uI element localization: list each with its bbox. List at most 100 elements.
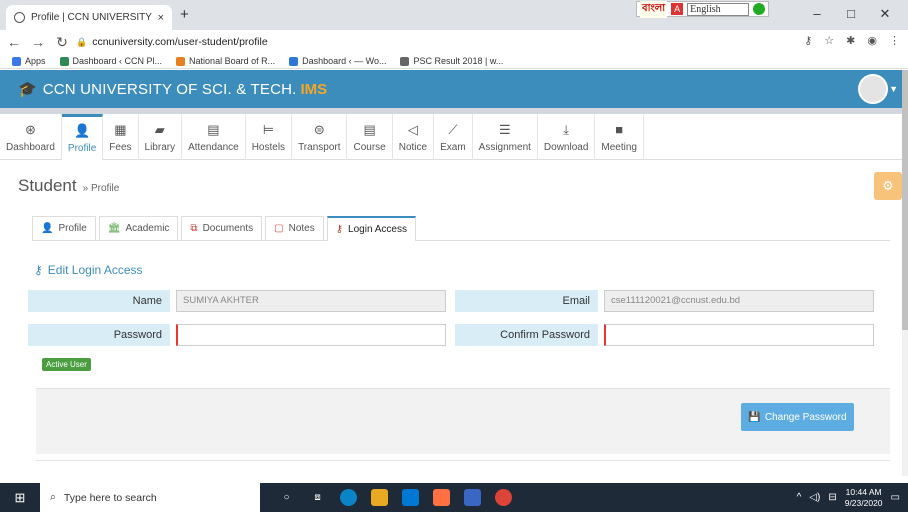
module-label: Library bbox=[144, 141, 176, 153]
app-icon[interactable] bbox=[433, 489, 450, 506]
maximize-button[interactable]: □ bbox=[834, 6, 868, 22]
bookmark-label: Dashboard ‹ CCN Pl... bbox=[72, 56, 163, 66]
module-fees[interactable]: ▦ Fees bbox=[103, 114, 139, 160]
clock-time: 10:44 AM bbox=[845, 486, 882, 497]
module-label: Transport bbox=[298, 141, 341, 153]
module-dashboard[interactable]: ⊛ Dashboard bbox=[0, 114, 62, 160]
module-transport[interactable]: ⊜ Transport bbox=[292, 114, 348, 160]
bookmark-label: Dashboard ‹ — Wo... bbox=[302, 56, 387, 66]
edge-icon[interactable] bbox=[340, 489, 357, 506]
minimize-button[interactable]: – bbox=[800, 6, 834, 22]
book-icon: ▰ bbox=[154, 121, 165, 137]
tab-login-access[interactable]: ⚷ Login Access bbox=[326, 216, 416, 241]
bookmark-item[interactable]: PSC Result 2018 | w... bbox=[400, 56, 503, 66]
browser-tab-strip: Profile | CCN UNIVERSITY OF SCI × + বাংল… bbox=[0, 0, 908, 30]
module-label: Download bbox=[543, 141, 589, 153]
bookmark-apps[interactable]: Apps bbox=[12, 56, 46, 66]
module-label: Hostels bbox=[251, 141, 286, 153]
apps-grid-icon bbox=[12, 56, 21, 66]
url-text: ccnuniversity.com/user-student/profile bbox=[92, 36, 268, 48]
brand-title[interactable]: CCN UNIVERSITY OF SCI. & TECH. bbox=[43, 81, 297, 98]
module-label: Dashboard bbox=[6, 141, 55, 153]
clock[interactable]: 10:44 AM 9/23/2020 bbox=[845, 487, 883, 509]
tab-label: Notes bbox=[288, 223, 315, 234]
module-label: Notice bbox=[398, 141, 428, 153]
notification-icon[interactable]: ▭ bbox=[891, 492, 900, 503]
tab-label: Academic bbox=[125, 223, 170, 234]
save-icon: 💾 bbox=[748, 411, 761, 423]
back-arrow-icon[interactable]: ← bbox=[4, 34, 24, 50]
browser-toolbar-icons: ⚷ ☆ ✱ ◉ ⋮ bbox=[804, 34, 900, 47]
bookmark-item[interactable]: National Board of R... bbox=[176, 56, 275, 66]
name-field[interactable]: SUMIYA AKHTER bbox=[176, 290, 446, 312]
cortana-icon[interactable]: ○ bbox=[278, 489, 295, 506]
browser-tab[interactable]: Profile | CCN UNIVERSITY OF SCI × bbox=[6, 5, 172, 30]
breadcrumb[interactable]: » Profile bbox=[83, 183, 120, 194]
taskbar-search[interactable]: ⌕ Type here to search bbox=[40, 483, 260, 512]
new-tab-button[interactable]: + bbox=[180, 6, 189, 23]
module-label: Exam bbox=[440, 141, 466, 153]
module-profile[interactable]: 👤 Profile bbox=[61, 114, 104, 160]
module-meeting[interactable]: ■ Meeting bbox=[595, 114, 644, 160]
module-course[interactable]: ▤ Course bbox=[347, 114, 393, 160]
star-icon[interactable]: ☆ bbox=[824, 34, 834, 47]
bookmark-item[interactable]: Dashboard ‹ — Wo... bbox=[289, 56, 386, 66]
key-icon[interactable]: ⚷ bbox=[804, 34, 812, 47]
volume-icon[interactable]: ◁) bbox=[809, 492, 820, 503]
module-label: Attendance bbox=[188, 141, 239, 153]
calculator-icon: ▦ bbox=[114, 121, 127, 137]
close-window-button[interactable]: ✕ bbox=[868, 6, 902, 22]
tasks-icon: ☰ bbox=[498, 121, 511, 137]
network-icon[interactable]: ⊟ bbox=[828, 492, 836, 503]
tab-profile[interactable]: 👤 Profile bbox=[32, 216, 96, 240]
task-view-icon[interactable]: ⧈ bbox=[309, 489, 326, 506]
change-password-button[interactable]: 💾 Change Password bbox=[741, 403, 854, 431]
tab-title: Profile | CCN UNIVERSITY OF SCI bbox=[31, 12, 154, 23]
page-scrollbar[interactable] bbox=[902, 70, 908, 476]
tab-close-button[interactable]: × bbox=[158, 12, 164, 24]
tab-notes[interactable]: ▢ Notes bbox=[265, 216, 324, 240]
confirm-password-field[interactable] bbox=[604, 324, 874, 346]
avatar[interactable] bbox=[858, 74, 888, 104]
taskbar-apps: ○ ⧈ bbox=[278, 489, 512, 506]
store-icon[interactable] bbox=[402, 489, 419, 506]
menu-kebab-icon[interactable]: ⋮ bbox=[889, 34, 900, 47]
file-explorer-icon[interactable] bbox=[371, 489, 388, 506]
search-icon: ⌕ bbox=[50, 491, 56, 503]
windows-start-icon[interactable]: ⊞ bbox=[0, 490, 40, 506]
forward-arrow-icon[interactable]: → bbox=[28, 34, 48, 50]
bus-icon: ⊜ bbox=[313, 121, 325, 137]
bangla-label[interactable]: বাংলা bbox=[640, 0, 668, 18]
module-library[interactable]: ▰ Library bbox=[139, 114, 183, 160]
language-select[interactable]: English bbox=[687, 2, 750, 16]
language-extension-bar: বাংলা A English bbox=[636, 0, 770, 18]
institution-icon: 🏛 bbox=[107, 223, 121, 234]
chevron-up-icon[interactable]: ^ bbox=[797, 492, 802, 503]
caret-down-icon[interactable]: ▼ bbox=[889, 84, 898, 94]
email-field[interactable]: cse111120021@ccnust.edu.bd bbox=[604, 290, 874, 312]
download-icon: ⤓ bbox=[563, 121, 570, 137]
graduation-cap-icon: 🎓 bbox=[18, 81, 37, 98]
module-notice[interactable]: ◁ Notice bbox=[393, 114, 435, 160]
chrome-icon[interactable] bbox=[495, 489, 512, 506]
module-attendance[interactable]: ▤ Attendance bbox=[182, 114, 246, 160]
profile-icon[interactable]: ◉ bbox=[867, 34, 877, 47]
module-hostels[interactable]: ⊨ Hostels bbox=[246, 114, 293, 160]
tab-documents[interactable]: ⧉ Documents bbox=[181, 216, 263, 240]
module-exam[interactable]: ⟋ Exam bbox=[434, 114, 473, 160]
address-bar[interactable]: 🔒 ccnuniversity.com/user-student/profile bbox=[76, 33, 766, 51]
password-field[interactable] bbox=[176, 324, 446, 346]
module-assignment[interactable]: ☰ Assignment bbox=[473, 114, 538, 160]
dashboard-icon: ⊛ bbox=[25, 121, 36, 137]
bookmark-item[interactable]: Dashboard ‹ CCN Pl... bbox=[59, 56, 163, 66]
settings-gear-button[interactable]: ⚙ bbox=[874, 172, 902, 200]
module-download[interactable]: ⤓ Download bbox=[538, 114, 596, 160]
reload-icon[interactable]: ↻ bbox=[52, 34, 72, 51]
tab-academic[interactable]: 🏛 Academic bbox=[98, 216, 179, 240]
app-icon[interactable] bbox=[464, 489, 481, 506]
page-heading: Student » Profile bbox=[18, 176, 119, 196]
form-title: ⚷ Edit Login Access bbox=[34, 263, 143, 277]
module-label: Fees bbox=[109, 141, 132, 153]
scrollbar-thumb[interactable] bbox=[902, 70, 908, 330]
extension-icon[interactable]: ✱ bbox=[846, 34, 855, 47]
